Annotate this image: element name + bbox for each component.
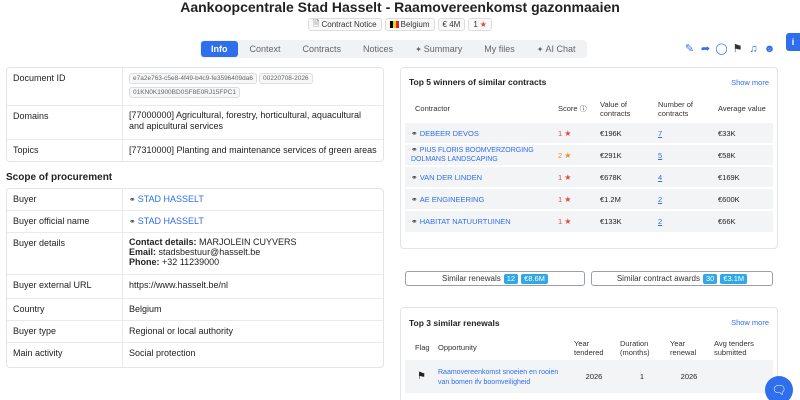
page-title: Aankoopcentrale Stad Hasselt - Raamovere… bbox=[180, 0, 620, 15]
avg-tenders-header: Avg tenders submitted bbox=[714, 338, 754, 357]
add-user-icon[interactable]: ☻ bbox=[764, 42, 776, 55]
tab-bar: Info Context Contracts Notices ✦ Summary … bbox=[200, 40, 587, 58]
table-row[interactable]: ⚭ AE ENGINEERING 1 ★ €1.2M 2 €600K bbox=[405, 187, 773, 210]
notice-type-badge: 🗎 Contract Notice bbox=[308, 18, 382, 31]
document-icon: 🗎 bbox=[313, 18, 320, 28]
table-row[interactable]: ⚭ VAN DER LINDEN 1 ★ €678K 4 €169K bbox=[405, 165, 773, 188]
score-header: Score ⓘ bbox=[558, 103, 587, 113]
table-row[interactable]: ⚭ DEBEER DEVOS 1 ★ €196K 7 €33K bbox=[405, 121, 773, 144]
average-header: Average value bbox=[718, 104, 766, 113]
contractor-header: Contractor bbox=[415, 104, 451, 113]
comment-icon[interactable]: ◯ bbox=[715, 42, 727, 55]
amount-badge: €8.6M bbox=[521, 273, 548, 284]
renewals-card: Top 3 similar renewals Show more Flag Op… bbox=[400, 307, 778, 400]
star-icon: ★ bbox=[564, 128, 572, 138]
table-row[interactable]: ⚑ Raamovereenkomst snoeien en rooien van… bbox=[405, 358, 773, 393]
organization-icon: ⚭ bbox=[129, 195, 136, 204]
year-tendered-header: Year tendered bbox=[574, 338, 604, 357]
flag-header: Flag bbox=[415, 343, 430, 352]
topics-link[interactable]: [77310000] Planting and maintenance serv… bbox=[123, 140, 383, 162]
document-id-chip[interactable]: e7a2e763-c5e8-4f49-b4c9-fe3596409da6 bbox=[129, 73, 257, 84]
scope-title: Scope of procurement bbox=[6, 172, 113, 183]
main-activity-row: Main activity Social protection bbox=[7, 343, 383, 367]
tab-ai-chat[interactable]: ✦ AI Chat bbox=[527, 41, 586, 57]
renewals-table: Flag Opportunity Year tendered Duration … bbox=[405, 337, 773, 393]
country-badge: Belgium bbox=[384, 18, 435, 31]
document-id-row: Document ID e7a2e763-c5e8-4f49-b4c9-fe35… bbox=[7, 68, 383, 106]
tab-notices[interactable]: Notices bbox=[353, 41, 403, 57]
value-header: Value of contracts bbox=[600, 99, 631, 118]
bell-icon[interactable]: ♫ bbox=[748, 42, 759, 55]
tab-summary[interactable]: ✦ Summary bbox=[405, 41, 472, 57]
organization-icon: ⚭ bbox=[411, 194, 418, 204]
edit-icon[interactable]: ✎ bbox=[684, 42, 695, 55]
sparkle-icon: ✦ bbox=[536, 45, 544, 54]
topics-row: Topics [77310000] Planting and maintenan… bbox=[7, 140, 383, 162]
flag-icon[interactable]: ⚑ bbox=[417, 371, 426, 382]
organization-icon: ⚭ bbox=[411, 217, 418, 226]
number-header: Number of contracts bbox=[658, 99, 694, 118]
tab-info[interactable]: Info bbox=[201, 41, 238, 57]
buyer-official-row: Buyer official name ⚭ STAD HASSELT bbox=[7, 211, 383, 233]
renewals-show-more[interactable]: Show more bbox=[731, 318, 769, 327]
winners-title: Top 5 winners of similar contracts bbox=[409, 77, 547, 87]
buyer-url-row: Buyer external URL https://www.hasselt.b… bbox=[7, 275, 383, 299]
winners-card: Top 5 winners of similar contracts Show … bbox=[400, 67, 778, 249]
chat-bubble-icon[interactable]: 🗨 bbox=[765, 376, 793, 400]
tab-my-files[interactable]: My files bbox=[474, 41, 525, 57]
amount-badge: €3.1M bbox=[720, 273, 748, 284]
count-badge: 30 bbox=[702, 273, 718, 284]
domains-link[interactable]: [77000000] Agricultural, forestry, horti… bbox=[123, 106, 383, 139]
winners-table: Contractor Score ⓘ Value of contracts Nu… bbox=[405, 96, 773, 232]
star-icon: ★ bbox=[479, 20, 487, 29]
buyer-row: Buyer ⚭ STAD HASSELT bbox=[7, 189, 383, 211]
buyer-details-row: Buyer details Contact details: MARJOLEIN… bbox=[7, 233, 383, 275]
duration-header: Duration (months) bbox=[620, 338, 650, 357]
organization-icon: ⚭ bbox=[411, 128, 418, 138]
count-badge: 12 bbox=[503, 273, 519, 284]
info-side-tab[interactable]: i bbox=[786, 33, 800, 51]
info-icon: ⓘ bbox=[579, 105, 587, 113]
details-card: Document ID e7a2e763-c5e8-4f49-b4c9-fe35… bbox=[6, 67, 384, 162]
document-id-chip[interactable]: 00220708-2026 bbox=[259, 73, 313, 84]
organization-icon: ⚭ bbox=[411, 145, 418, 154]
table-row[interactable]: ⚭ HABITAT NATUURTUINEN 1 ★ €133K 2 €66K bbox=[405, 209, 773, 232]
belgium-flag-icon bbox=[389, 21, 399, 28]
tab-contracts[interactable]: Contracts bbox=[293, 41, 352, 57]
action-toolbar: ✎ ➦ ◯ ⚑ ♫ ☻ bbox=[684, 42, 776, 56]
buyer-type-row: Buyer type Regional or local authority bbox=[7, 321, 383, 343]
star-icon: ★ bbox=[564, 172, 572, 182]
organization-icon: ⚭ bbox=[411, 172, 418, 182]
country-row: Country Belgium bbox=[7, 299, 383, 321]
tab-context[interactable]: Context bbox=[240, 41, 291, 57]
score-badge: 1 ★ bbox=[468, 18, 492, 31]
domains-row: Domains [77000000] Agricultural, forestr… bbox=[7, 106, 383, 140]
share-icon[interactable]: ➦ bbox=[700, 42, 711, 55]
organization-icon: ⚭ bbox=[129, 217, 136, 226]
flag-icon[interactable]: ⚑ bbox=[732, 42, 743, 55]
star-icon: ★ bbox=[564, 150, 572, 160]
similar-renewals-button[interactable]: Similar renewals 12 €8.6M bbox=[405, 271, 585, 286]
similar-awards-button[interactable]: Similar contract awards 30 €3.1M bbox=[591, 271, 773, 286]
table-row[interactable]: ⚭ PIUS FLORIS BOOMVERZORGING DOLMANS LAND… bbox=[405, 143, 773, 166]
scope-card: Buyer ⚭ STAD HASSELT Buyer official name … bbox=[6, 188, 384, 368]
document-id-chip[interactable]: 01KN0K1900BD0SF8E0RJ15FPC1 bbox=[129, 87, 240, 98]
opportunity-header: Opportunity bbox=[438, 343, 477, 352]
year-renewal-header: Year renewal bbox=[670, 338, 697, 357]
sparkle-icon: ✦ bbox=[415, 45, 422, 54]
winners-show-more[interactable]: Show more bbox=[731, 78, 769, 87]
star-icon: ★ bbox=[564, 194, 572, 204]
buyer-link[interactable]: STAD HASSELT bbox=[138, 194, 204, 204]
buyer-official-link[interactable]: STAD HASSELT bbox=[138, 216, 204, 226]
notice-badges: 🗎 Contract Notice Belgium € 4M 1 ★ bbox=[0, 18, 800, 31]
buyer-url-link[interactable]: https://www.hasselt.be/nl bbox=[123, 275, 383, 298]
renewals-title: Top 3 similar renewals bbox=[409, 318, 500, 328]
star-icon: ★ bbox=[564, 217, 572, 226]
value-badge: € 4M bbox=[437, 18, 466, 31]
